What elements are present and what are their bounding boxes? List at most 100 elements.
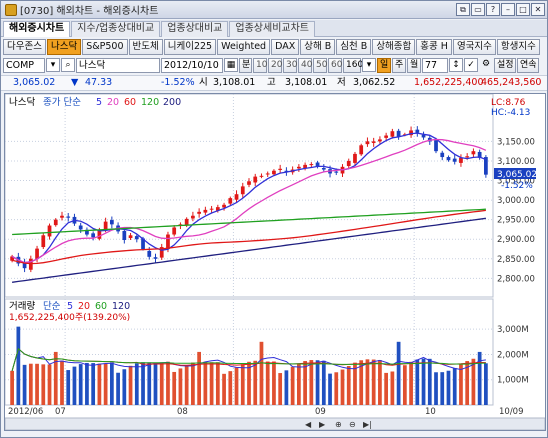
volume-value-label: 1,652,225,400주(139.20%) bbox=[9, 312, 130, 323]
x-axis-label: 10 bbox=[425, 407, 436, 417]
volume-bar bbox=[315, 360, 320, 405]
tab-sector-compare[interactable]: 업종상대비교 bbox=[161, 21, 229, 37]
high-label: 고 bbox=[267, 77, 276, 88]
scroll-right-icon[interactable]: ▶ bbox=[319, 420, 326, 429]
index-button-shenzhen-b[interactable]: 심천 B bbox=[336, 39, 372, 55]
current-price: 3,065.02 bbox=[13, 77, 56, 88]
volume-value: 1,652,225,400 bbox=[414, 77, 484, 88]
period-60-button[interactable]: 60 bbox=[328, 57, 342, 73]
period-30-button[interactable]: 30 bbox=[283, 57, 297, 73]
volume-bar bbox=[72, 366, 77, 405]
symbol-code-field[interactable]: COMP bbox=[3, 57, 45, 73]
price-candle bbox=[147, 250, 152, 257]
settings-gear-icon[interactable]: ⚙ bbox=[479, 58, 493, 72]
price-candle bbox=[378, 139, 382, 142]
screen-icon[interactable]: ▭ bbox=[471, 3, 485, 16]
price-candle bbox=[41, 235, 46, 248]
period-month-button[interactable]: 월 bbox=[407, 57, 421, 73]
index-button-shanghai-composite[interactable]: 상해종합 bbox=[372, 39, 416, 55]
spin-arrows-icon[interactable]: ↕ bbox=[449, 58, 463, 72]
volume-legend-name: 거래량 bbox=[9, 300, 35, 312]
period-50-button[interactable]: 50 bbox=[313, 57, 327, 73]
price-candle bbox=[334, 171, 339, 173]
index-button-weighted[interactable]: Weighted bbox=[217, 39, 271, 55]
tab-bar: 해외증시차트 지수/업종상대비교 업종상대비교 업종상세비교차트 bbox=[1, 20, 547, 37]
price-legend-ma120: 120 bbox=[141, 97, 159, 108]
volume-bar bbox=[328, 373, 332, 405]
tab-index-compare[interactable]: 지수/업종상대비교 bbox=[71, 21, 161, 37]
index-button-semiconductor[interactable]: 반도체 bbox=[128, 39, 163, 55]
period-day-button[interactable]: 일 bbox=[377, 57, 391, 73]
index-button-hongkong-h[interactable]: 홍콩 H bbox=[416, 39, 452, 55]
close-button[interactable]: ✕ bbox=[531, 3, 545, 16]
high-value: 3,108.01 bbox=[285, 77, 328, 88]
volume-bar bbox=[415, 359, 420, 405]
search-icon[interactable]: ⌕ bbox=[61, 58, 75, 72]
volume-bar bbox=[85, 362, 89, 405]
index-button-hangseng[interactable]: 항생지수 bbox=[496, 39, 540, 55]
tab-overseas-chart[interactable]: 해외증시차트 bbox=[3, 21, 71, 37]
tab-sector-detail[interactable]: 업종상세비교차트 bbox=[229, 21, 315, 37]
chart-check-icon[interactable]: ✓ bbox=[464, 58, 478, 72]
index-button-dow[interactable]: 다우존스 bbox=[3, 39, 46, 55]
volume-legend-ma60: 60 bbox=[95, 301, 107, 312]
price-candle bbox=[446, 157, 451, 161]
index-button-shanghai-b[interactable]: 상해 B bbox=[300, 39, 336, 55]
volume-bar bbox=[97, 363, 102, 405]
settings-button[interactable]: 설정 bbox=[494, 57, 516, 73]
price-candle bbox=[465, 156, 470, 158]
price-legend-ma60: 60 bbox=[124, 97, 136, 108]
chart-scrollbar[interactable] bbox=[4, 417, 546, 431]
period-40-button[interactable]: 40 bbox=[298, 57, 312, 73]
window-title: [0730] 해외차트 - 해외증시차트 bbox=[20, 6, 159, 17]
volume-bar bbox=[78, 364, 83, 405]
price-candle bbox=[321, 168, 326, 170]
zoom-out-icon[interactable]: ⊖ bbox=[349, 420, 356, 429]
date-field[interactable]: 2012/10/10 bbox=[161, 57, 223, 73]
volume-bar bbox=[147, 362, 152, 405]
volume-bar bbox=[172, 371, 177, 405]
period-20-button[interactable]: 20 bbox=[268, 57, 282, 73]
help-icon[interactable]: ? bbox=[486, 3, 500, 16]
index-button-nikkei[interactable]: 니케이225 bbox=[163, 39, 217, 55]
dropdown-arrow-icon[interactable]: ▾ bbox=[362, 58, 376, 72]
period-week-button[interactable]: 주 bbox=[392, 57, 406, 73]
price-candle bbox=[309, 164, 314, 166]
last-pct-label: -1.52% bbox=[501, 181, 533, 191]
price-candle bbox=[78, 225, 83, 230]
scroll-left-icon[interactable]: ◀ bbox=[305, 420, 312, 429]
volume-bar bbox=[272, 361, 276, 405]
maximize-button[interactable]: □ bbox=[516, 3, 530, 16]
price-candle bbox=[484, 157, 488, 175]
scroll-end-icon[interactable]: ▶| bbox=[363, 420, 372, 429]
index-button-sp500[interactable]: S&P500 bbox=[82, 39, 128, 55]
volume-bar bbox=[427, 358, 432, 405]
chart-canvas[interactable]: 3,150.003,100.003,050.003,000.002,950.00… bbox=[4, 93, 546, 431]
price-candle bbox=[134, 236, 139, 240]
volume-bar bbox=[234, 367, 239, 405]
price-candle bbox=[434, 140, 438, 152]
change-percent: -1.52% bbox=[161, 77, 195, 88]
count-field[interactable]: 77 bbox=[422, 57, 448, 73]
price-candle bbox=[452, 158, 457, 162]
zoom-in-icon[interactable]: ⊕ bbox=[335, 420, 342, 429]
dropdown-arrow-icon[interactable]: ▾ bbox=[46, 58, 60, 72]
index-button-dax[interactable]: DAX bbox=[271, 39, 300, 55]
index-button-nasdaq[interactable]: 나스닥 bbox=[46, 39, 82, 55]
continuous-button[interactable]: 연속 bbox=[517, 57, 539, 73]
period-10-button[interactable]: 10 bbox=[253, 57, 267, 73]
x-axis-label: 10/09 bbox=[499, 407, 524, 417]
price-candle bbox=[272, 170, 276, 175]
price-y-tick: 2,950.00 bbox=[497, 216, 535, 226]
link-icon[interactable]: ⧉ bbox=[456, 3, 470, 16]
volume-bar bbox=[184, 365, 189, 405]
index-button-uk[interactable]: 영국지수 bbox=[452, 39, 496, 55]
minimize-button[interactable]: – bbox=[501, 3, 515, 16]
volume-bar bbox=[153, 362, 158, 405]
calendar-icon[interactable]: ▦ bbox=[224, 58, 238, 72]
period-160-button[interactable]: 160 bbox=[343, 57, 363, 73]
price-candle bbox=[459, 157, 463, 163]
volume-bar bbox=[47, 364, 52, 405]
chart-panel[interactable]: 3,150.00 3,100.00 3,050.00 3,000.00 2,950.00… bbox=[4, 93, 546, 431]
period-minute-button[interactable]: 분 bbox=[239, 57, 252, 73]
